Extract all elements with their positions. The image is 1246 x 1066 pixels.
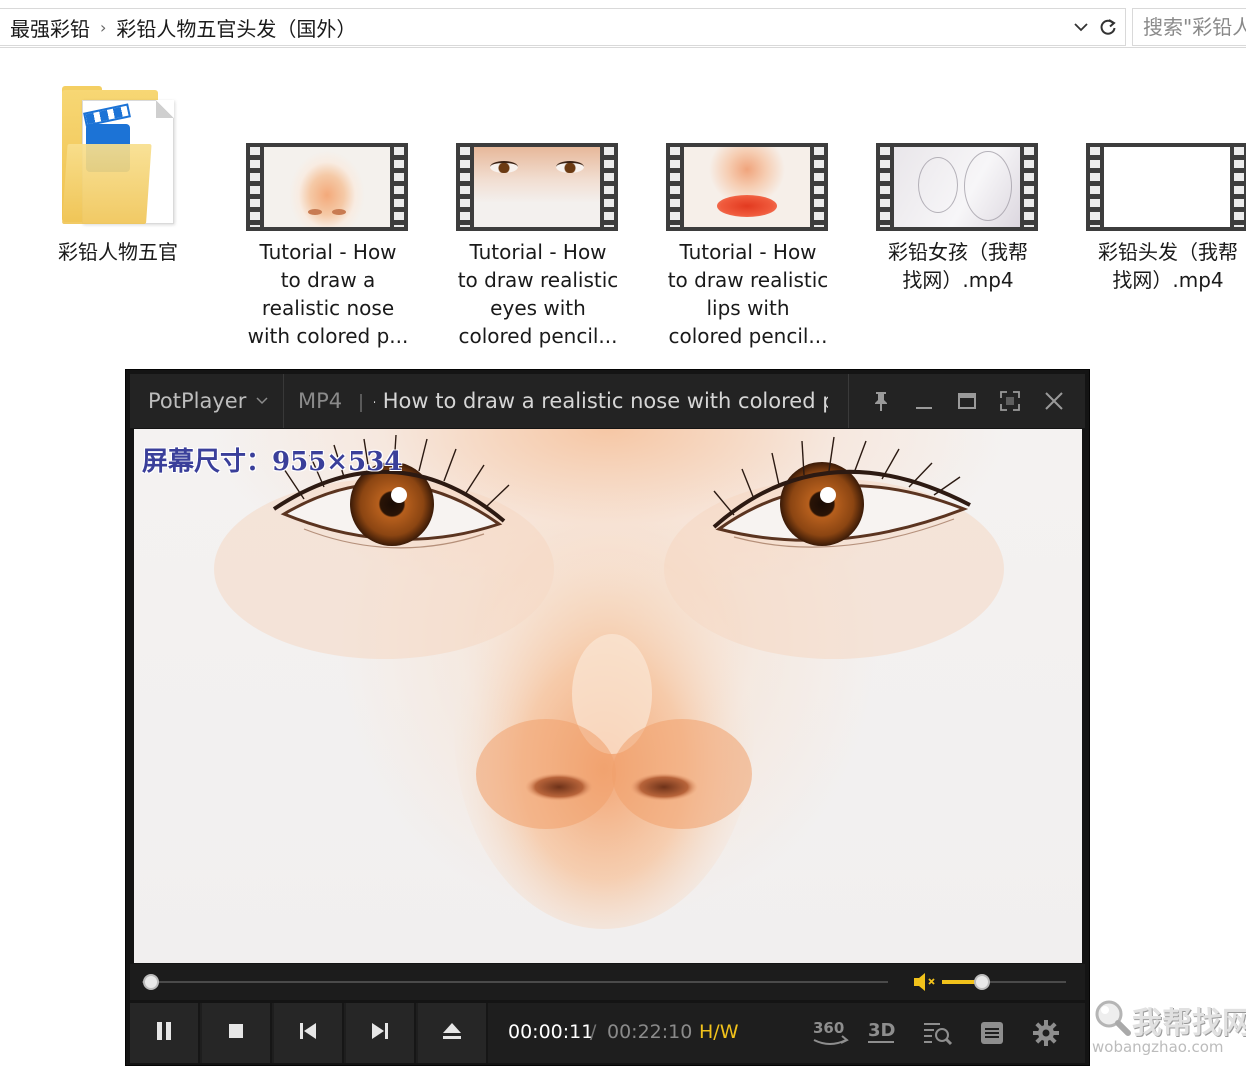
divider — [360, 394, 362, 412]
file-label-line: to draw realistic — [667, 268, 829, 292]
search-input[interactable] — [1133, 9, 1246, 45]
player-brand: PotPlayer — [148, 389, 247, 413]
file-label-line: lips with — [706, 296, 790, 320]
media-format: MP4 — [298, 389, 343, 413]
pause-icon — [155, 1021, 173, 1045]
search-box[interactable] — [1132, 8, 1246, 46]
file-label: Tutorial - How to draw realistic lips wi… — [658, 238, 838, 350]
chevron-down-icon[interactable] — [1070, 8, 1092, 46]
file-item-video[interactable]: Tutorial - How to draw realistic eyes wi… — [448, 143, 628, 355]
previous-icon — [299, 1022, 317, 1044]
video-thumbnail — [1086, 143, 1246, 231]
file-label: Tutorial - How to draw a realistic nose … — [238, 238, 418, 350]
menu-icon[interactable] — [972, 1015, 1012, 1051]
breadcrumb-item-current[interactable]: 彩铅人物五官头发（国外） — [106, 13, 366, 42]
3d-label: 3D — [868, 1020, 895, 1041]
playlist-search-icon[interactable] — [918, 1015, 958, 1051]
total-time[interactable]: 00:22:10 — [607, 1021, 692, 1043]
stop-icon — [228, 1023, 244, 1043]
divider — [848, 374, 849, 428]
media-title: l - How to draw a realistic nose with co… — [374, 374, 828, 428]
screen-size-overlay: 屏幕尺寸：955×534 — [142, 447, 403, 477]
file-item-video[interactable]: Tutorial - How to draw realistic lips wi… — [658, 143, 838, 355]
watermark-sub: wobangzhao.com — [1092, 1038, 1224, 1056]
next-icon — [371, 1022, 389, 1044]
seek-track[interactable] — [142, 981, 888, 983]
watermark: 我帮找网 wobangzhao.com — [1090, 994, 1246, 1060]
control-bar: 00:00:11 / 00:22:10 H/W 360 3D — [130, 1003, 1085, 1063]
gear-icon[interactable] — [1026, 1015, 1066, 1051]
video-thumbnail — [876, 143, 1038, 231]
video-canvas[interactable]: 屏幕尺寸：955×534 — [134, 429, 1082, 963]
file-label-line: to draw a — [280, 268, 376, 292]
close-icon[interactable] — [1036, 383, 1072, 419]
seek-handle[interactable] — [142, 974, 159, 990]
volume-icon[interactable] — [912, 970, 938, 994]
previous-button[interactable] — [274, 1003, 344, 1063]
eject-icon — [442, 1022, 462, 1044]
file-label-line: 彩铅女孩（我帮 — [888, 240, 1028, 264]
address-bar: 最强彩铅 › 彩铅人物五官头发（国外） — [0, 0, 1246, 48]
stop-button[interactable] — [202, 1003, 272, 1063]
fullscreen-icon[interactable] — [992, 383, 1028, 419]
video-thumbnail — [456, 143, 618, 231]
file-label: Tutorial - How to draw realistic eyes wi… — [448, 238, 628, 350]
file-label: 彩铅女孩（我帮 找网）.mp4 — [868, 238, 1048, 294]
maximize-icon[interactable] — [949, 383, 985, 419]
magnifier-icon — [1095, 1000, 1131, 1036]
watermark-main: 我帮找网 — [1132, 1006, 1246, 1041]
file-label: 彩铅头发（我帮 找网）.mp4 — [1078, 238, 1246, 294]
video-thumbnail — [246, 143, 408, 231]
volume-handle[interactable] — [973, 974, 990, 990]
pin-icon[interactable] — [863, 383, 899, 419]
refresh-icon[interactable] — [1094, 8, 1122, 46]
3d-icon[interactable]: 3D — [862, 1015, 902, 1051]
file-label-line: colored pencil... — [668, 324, 828, 348]
file-label: 彩铅人物五官 — [28, 238, 208, 266]
video-thumbnail — [666, 143, 828, 231]
file-label-line: 彩铅人物五官 — [58, 240, 178, 264]
file-item-video[interactable]: Tutorial - How to draw a realistic nose … — [238, 143, 418, 355]
current-time[interactable]: 00:00:11 — [508, 1021, 593, 1043]
file-label-line: Tutorial - How — [469, 240, 607, 264]
player-menu-button[interactable]: PotPlayer — [130, 374, 284, 428]
file-label-line: Tutorial - How — [679, 240, 817, 264]
folder-icon — [62, 86, 174, 226]
file-label-line: realistic nose — [261, 296, 395, 320]
file-item-folder[interactable]: 彩铅人物五官 — [28, 80, 208, 280]
video-frame-image — [214, 434, 1004, 929]
pause-button[interactable] — [130, 1003, 200, 1063]
player-title-bar[interactable]: PotPlayer MP4 l - How to draw a realisti… — [130, 374, 1085, 428]
potplayer-window: PotPlayer MP4 l - How to draw a realisti… — [125, 369, 1090, 1066]
file-label-line: 找网）.mp4 — [1112, 268, 1224, 292]
360-icon[interactable]: 360 — [810, 1015, 850, 1051]
360-label: 360 — [813, 1019, 844, 1037]
seek-bar-area — [130, 964, 1085, 1000]
file-label-line: colored pencil... — [458, 324, 618, 348]
file-label-line: 找网）.mp4 — [902, 268, 1014, 292]
breadcrumb: 最强彩铅 › 彩铅人物五官头发（国外） — [0, 8, 1126, 46]
file-label-line: Tutorial - How — [259, 240, 397, 264]
chevron-down-icon — [256, 393, 268, 409]
media-title-text: l - How to draw a realistic nose with co… — [374, 389, 828, 413]
time-separator: / — [590, 1021, 597, 1043]
minimize-icon[interactable] — [906, 383, 942, 419]
next-button[interactable] — [346, 1003, 416, 1063]
file-item-video[interactable]: 彩铅头发（我帮 找网）.mp4 — [1078, 143, 1246, 303]
file-label-line: with colored p... — [247, 324, 409, 348]
eject-button[interactable] — [418, 1003, 488, 1063]
file-item-video[interactable]: 彩铅女孩（我帮 找网）.mp4 — [868, 143, 1048, 303]
file-label-line: to draw realistic — [457, 268, 619, 292]
breadcrumb-item-root[interactable]: 最强彩铅 — [0, 13, 100, 42]
file-label-line: eyes with — [490, 296, 586, 320]
aspect-toggle[interactable]: H/W — [699, 1021, 738, 1043]
file-label-line: 彩铅头发（我帮 — [1098, 240, 1238, 264]
